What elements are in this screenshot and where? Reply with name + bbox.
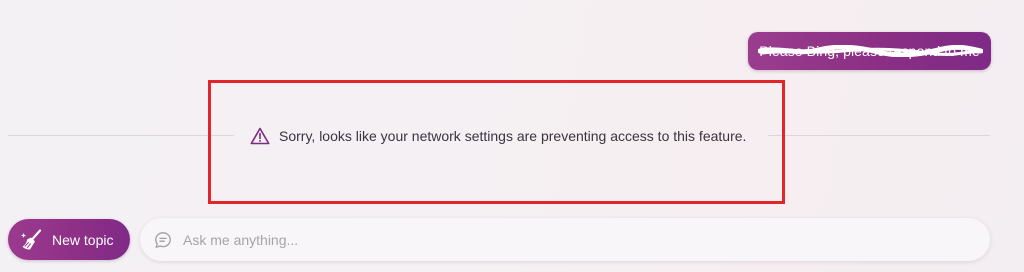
chat-input-field[interactable]: [183, 231, 963, 248]
new-topic-button[interactable]: New topic: [8, 219, 130, 260]
error-notice: Sorry, looks like your network settings …: [250, 126, 746, 146]
new-topic-label: New topic: [52, 231, 114, 248]
user-message-bubble: Please Bing, please respond to me: [748, 32, 991, 70]
error-notice-text: Sorry, looks like your network settings …: [279, 128, 747, 144]
broom-icon: [21, 228, 42, 249]
chat-input-box[interactable]: [140, 218, 990, 261]
divider-right: [768, 135, 990, 136]
divider-left: [8, 135, 234, 136]
user-message-text: Please Bing, please respond to me: [759, 43, 980, 59]
warning-triangle-icon: [250, 127, 270, 145]
chat-bubble-icon: [155, 231, 171, 248]
